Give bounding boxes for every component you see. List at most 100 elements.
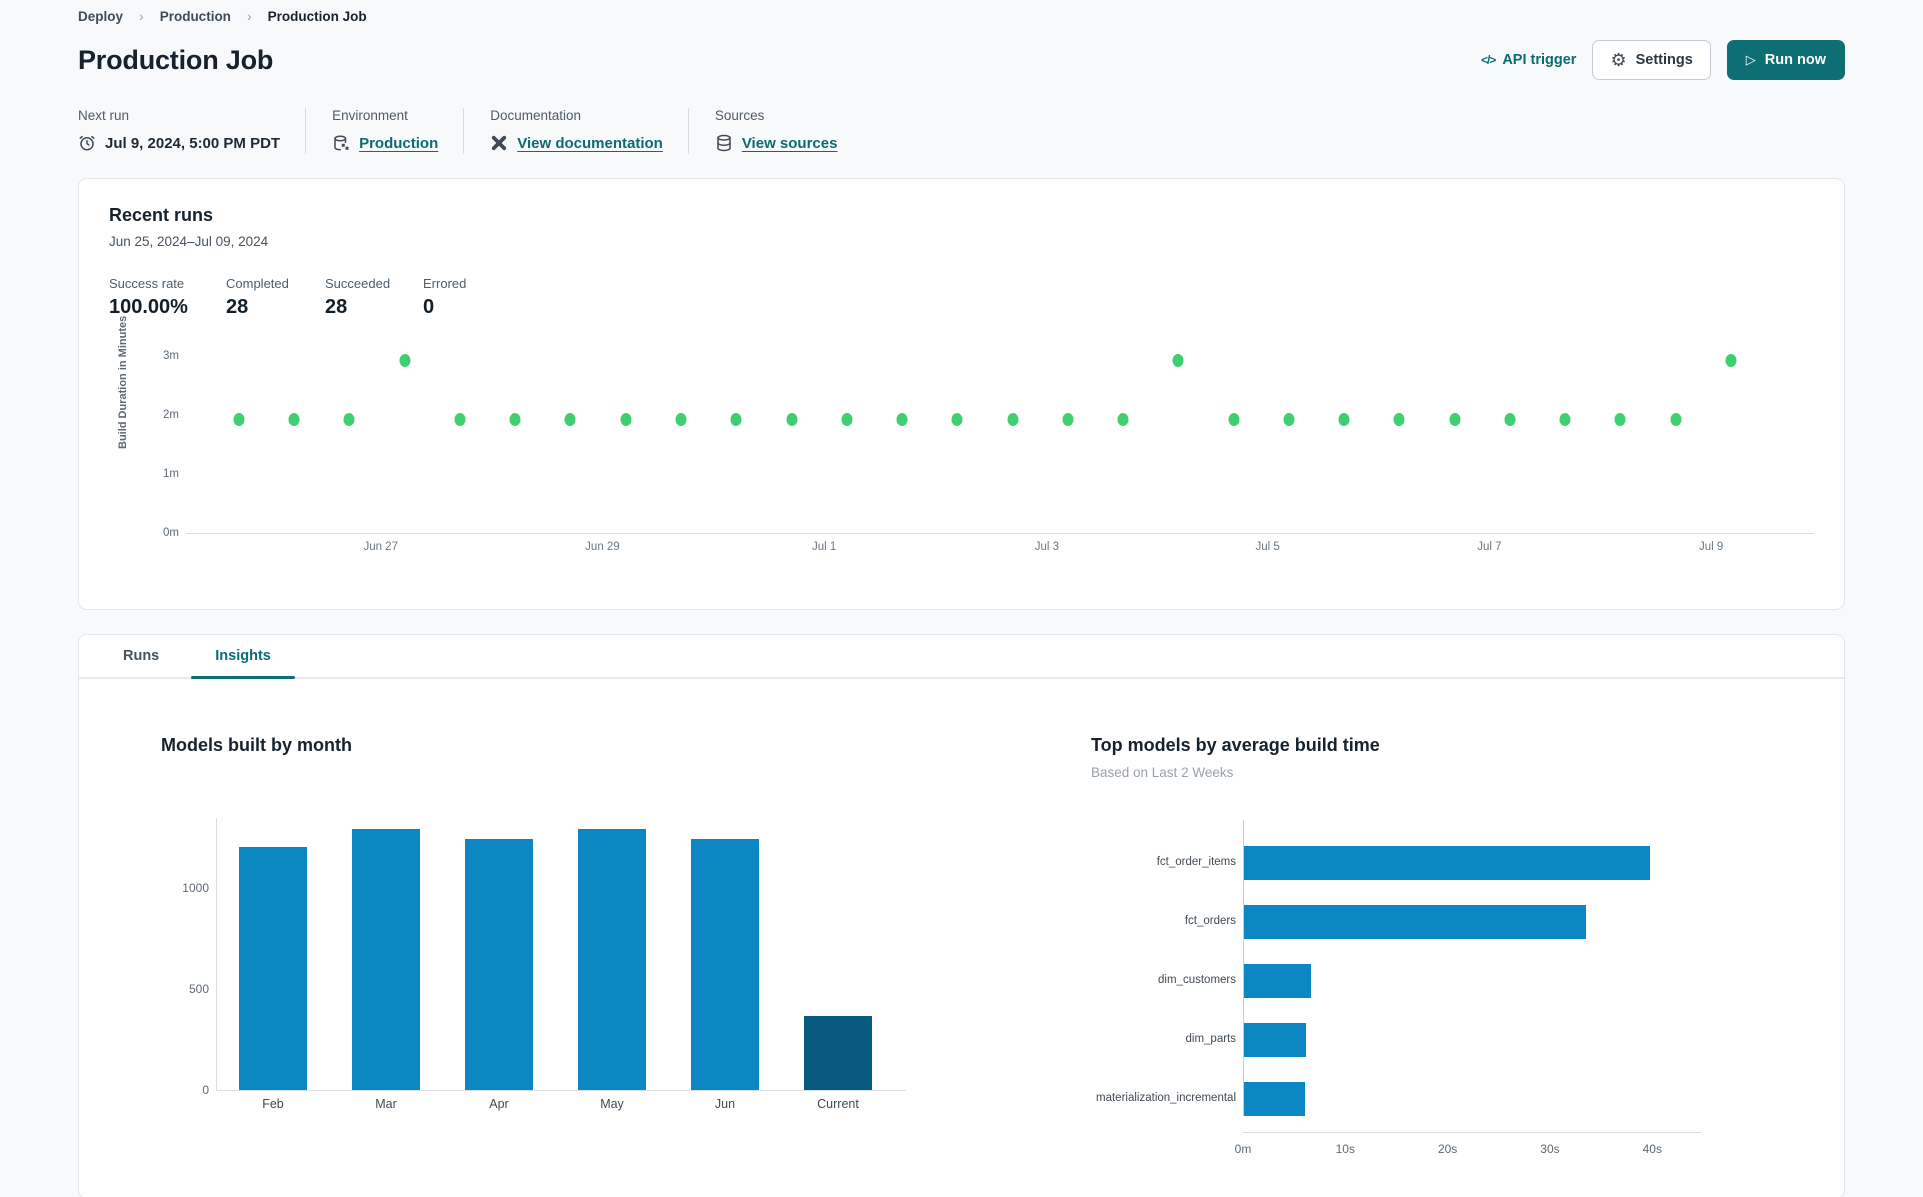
stat-success-rate: Success rate 100.00% <box>109 276 188 318</box>
y-axis-tick: 1000 <box>182 880 209 895</box>
y-axis-tick: 1m <box>163 468 179 481</box>
x-axis-category: May <box>600 1097 624 1111</box>
x-axis: 0m 10s 20s 30s 40s <box>1235 1132 1701 1158</box>
tab-row: Runs Insights <box>79 635 1844 679</box>
page-header: Production Job </> API trigger ⚙ Setting… <box>78 40 1845 80</box>
recent-runs-title: Recent runs <box>109 205 214 225</box>
runs-insights-card: Runs Insights Models built by month 0 500… <box>78 634 1845 1197</box>
alarm-clock-icon <box>79 135 95 151</box>
bar-row: fct_orders <box>1185 905 1701 939</box>
environment-label: Environment <box>332 108 408 123</box>
x-axis-tick: 30s <box>1540 1142 1560 1156</box>
run-duration-dot <box>1117 413 1129 427</box>
breadcrumb-production-job: Production Job <box>267 8 367 24</box>
view-sources-link[interactable]: View sources <box>742 135 838 152</box>
x-axis-category: Current <box>817 1097 859 1111</box>
run-duration-dot <box>1062 413 1074 427</box>
build-duration-plot-area: 0m 1m 2m 3m Jun 27 Jun 29 Jul 1 Jul 3 Jul 5 Jul 7… <box>163 350 1814 553</box>
dbt-logo-icon <box>492 135 507 151</box>
run-duration-dot <box>675 413 687 427</box>
next-run-label: Next run <box>78 108 130 123</box>
run-duration-dot <box>1670 413 1682 427</box>
breadcrumb-production[interactable]: Production <box>160 9 231 24</box>
bar-mar <box>352 829 420 1090</box>
recent-runs-stats: Success rate 100.00% Completed 28 Succee… <box>109 276 1814 319</box>
settings-button[interactable]: ⚙ Settings <box>1592 40 1711 80</box>
play-icon: ▷ <box>1745 52 1756 67</box>
next-run-value: Jul 9, 2024, 5:00 PM PDT <box>78 134 280 152</box>
y-axis-category: fct_order_items <box>1156 856 1236 868</box>
chevron-right-icon: › <box>246 8 252 24</box>
header-actions: </> API trigger ⚙ Settings ▷ Run now <box>1481 40 1845 80</box>
x-axis-tick: Jul 9 <box>1698 541 1724 553</box>
y-axis-category: materialization_incremental <box>1096 1092 1236 1104</box>
run-duration-dot <box>288 413 300 427</box>
run-duration-dot <box>1614 413 1626 427</box>
y-axis-category: dim_customers <box>1158 974 1236 986</box>
run-now-label: Run now <box>1764 52 1826 68</box>
run-duration-dot <box>343 413 355 427</box>
database-icon <box>717 134 731 152</box>
y-axis-tick: 2m <box>163 409 179 422</box>
x-axis-category: Mar <box>375 1097 397 1111</box>
bars-group: fct_order_items fct_orders dim_customersdi… <box>1096 820 1701 1116</box>
y-axis-tick: 0m <box>163 527 179 539</box>
x-axis-tick: Jul 7 <box>1477 541 1502 553</box>
recent-runs-card: Recent runs Jun 25, 2024–Jul 09, 2024 Su… <box>78 178 1845 610</box>
x-axis-category: Apr <box>489 1097 509 1111</box>
y-axis-category: dim_parts <box>1185 1033 1237 1045</box>
bar-apr <box>465 839 533 1090</box>
x-axis-tick: 20s <box>1437 1142 1458 1156</box>
stat-completed: Completed 28 <box>226 276 289 318</box>
api-trigger-label: API trigger <box>1502 52 1577 68</box>
run-duration-dot <box>896 413 908 427</box>
y-axis-tick: 3m <box>163 350 179 363</box>
stat-errored: Errored 0 <box>423 276 467 318</box>
insights-charts: Models built by month 0 500 1000 Feb Mar Apr M… <box>79 679 1844 1158</box>
x-axis-tick: Jul 1 <box>812 541 837 553</box>
x-axis-tick: Jun 27 <box>363 541 398 553</box>
x-axis-tick: Jun 29 <box>585 541 620 553</box>
job-info-bar: Next run Jul 9, 2024, 5:00 PM PDT Enviro… <box>78 108 1845 154</box>
run-duration-dot <box>1504 413 1516 427</box>
page-title: Production Job <box>78 44 274 75</box>
run-duration-dot <box>1172 354 1184 368</box>
x-axis-category: Feb <box>262 1097 284 1111</box>
x-axis-tick: 10s <box>1335 1142 1355 1156</box>
x-axis-tick: Jul 3 <box>1034 541 1060 553</box>
environment-value: Production <box>332 134 438 152</box>
environment-section: Environment Production <box>306 108 465 154</box>
bar-feb <box>239 847 307 1090</box>
documentation-section: Documentation View documentation <box>464 108 689 154</box>
view-documentation-link[interactable]: View documentation <box>517 135 663 152</box>
tab-insights[interactable]: Insights <box>191 635 295 679</box>
production-job-page: Deploy › Production › Production Job Pro… <box>0 0 1923 1197</box>
run-duration-dot <box>1283 413 1295 427</box>
gear-icon: ⚙ <box>1610 50 1627 70</box>
run-duration-dot <box>1393 413 1405 427</box>
y-axis-tick: 0 <box>202 1083 209 1097</box>
breadcrumb: Deploy › Production › Production Job <box>78 6 1845 24</box>
run-duration-dot <box>951 413 963 427</box>
bar-row: fct_order_items <box>1157 846 1701 880</box>
settings-label: Settings <box>1635 52 1693 68</box>
y-axis-tick: 500 <box>188 981 209 996</box>
breadcrumb-deploy[interactable]: Deploy <box>78 9 123 24</box>
bar-dim_parts <box>1244 1023 1306 1057</box>
sources-value: View sources <box>715 134 838 152</box>
bar-row: materialization_incremental <box>1096 1082 1701 1116</box>
bar-fct_order_items <box>1244 846 1650 880</box>
api-trigger-link[interactable]: </> API trigger <box>1481 52 1576 68</box>
tab-runs[interactable]: Runs <box>99 635 183 677</box>
bar-jun <box>691 839 759 1090</box>
run-now-button[interactable]: ▷ Run now <box>1726 40 1845 80</box>
environment-link[interactable]: Production <box>359 135 438 152</box>
models-built-plot-area: 0 500 1000 Feb Mar Apr May Jun Current <box>182 818 906 1111</box>
run-duration-dot <box>1449 413 1461 427</box>
run-duration-dot <box>454 413 466 427</box>
run-duration-dot <box>509 413 521 427</box>
y-axis-category: fct_orders <box>1184 915 1236 927</box>
bar-row: dim_customers <box>1158 964 1701 998</box>
sources-label: Sources <box>714 108 765 123</box>
run-duration-dot <box>1725 354 1737 368</box>
